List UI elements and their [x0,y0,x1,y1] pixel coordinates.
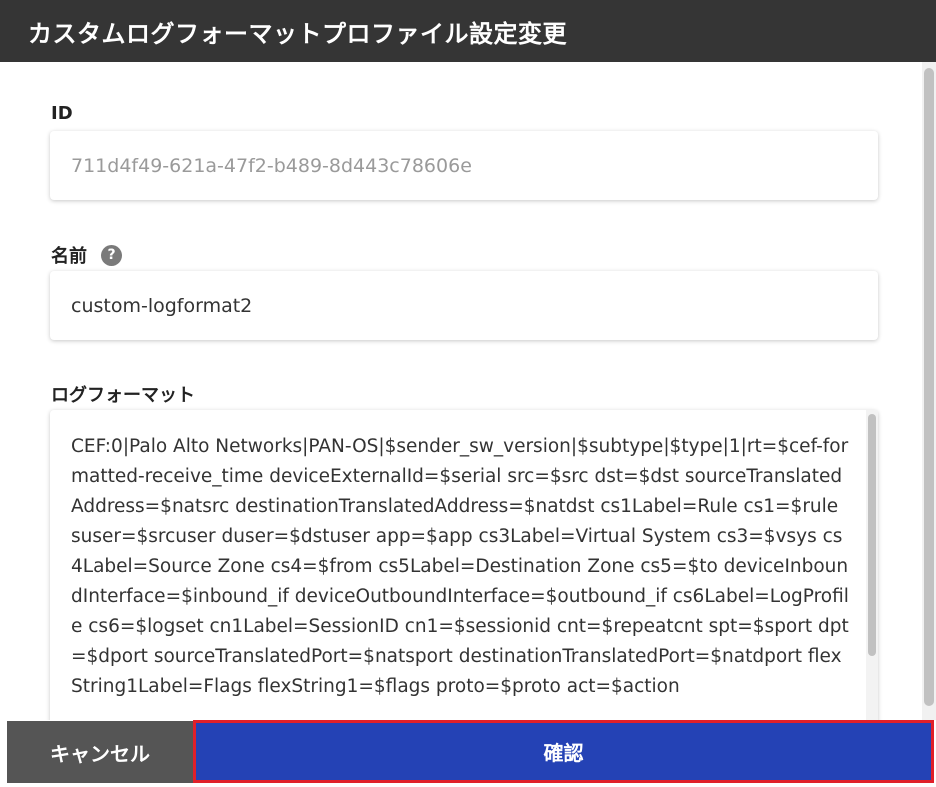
log-format-label: ログフォーマット [51,381,195,407]
dialog-body: ID 711d4f49-621a-47f2-b489-8d443c78606e … [0,62,936,720]
edit-log-format-profile-dialog: カスタムログフォーマットプロファイル設定変更 ID 711d4f49-621a-… [0,0,936,787]
name-label-text: 名前 [51,246,87,267]
cancel-button[interactable]: キャンセル [7,721,193,783]
log-format-scrollbar[interactable] [866,410,878,720]
log-format-label-text: ログフォーマット [51,385,195,406]
dialog-footer: キャンセル 確認 [0,720,936,787]
log-format-scroll-thumb[interactable] [868,414,876,656]
help-icon[interactable]: ? [101,244,122,266]
dialog-title: カスタムログフォーマットプロファイル設定変更 [28,19,567,48]
log-format-textarea[interactable]: CEF:0|Palo Alto Networks|PAN-OS|$sender_… [50,410,878,720]
name-input[interactable]: custom-logformat2 [50,271,878,340]
id-label-text: ID [51,103,73,124]
id-field: 711d4f49-621a-47f2-b489-8d443c78606e [50,131,878,200]
dialog-scroll-thumb[interactable] [924,68,934,706]
id-label: ID [51,103,73,124]
dialog-header: カスタムログフォーマットプロファイル設定変更 [0,0,936,62]
dialog-scrollbar[interactable] [922,62,936,720]
log-format-text[interactable]: CEF:0|Palo Alto Networks|PAN-OS|$sender_… [71,432,851,702]
confirm-button[interactable]: 確認 [193,720,934,783]
name-label: 名前 ? [51,242,122,268]
